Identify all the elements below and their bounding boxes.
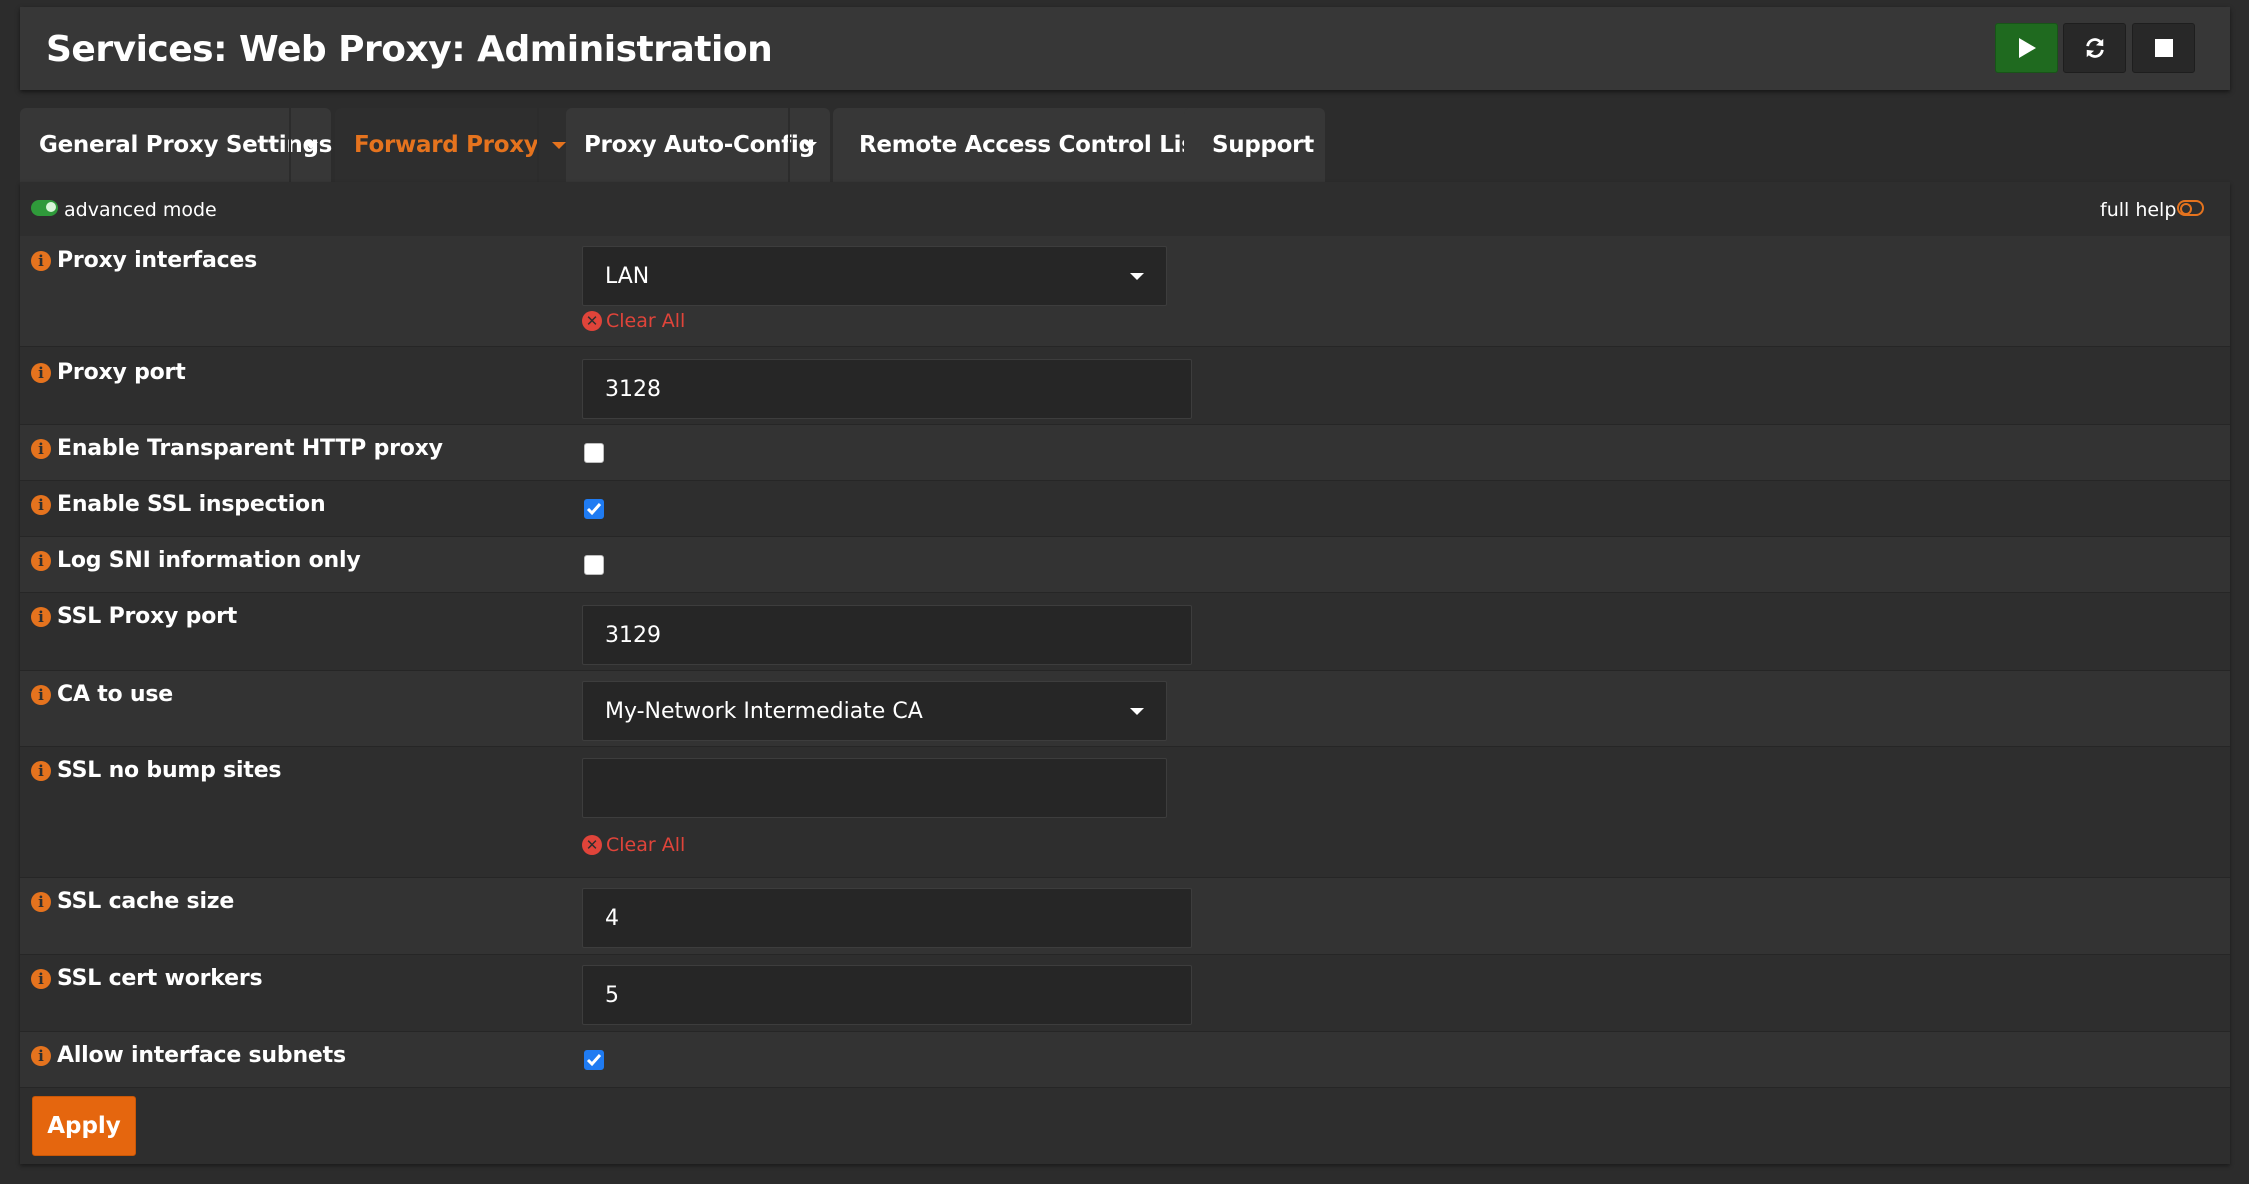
info-icon[interactable]: i <box>31 495 51 515</box>
tab-dropdown-toggle[interactable] <box>788 108 830 182</box>
input-value: 3129 <box>605 623 661 648</box>
input-value: 4 <box>605 906 619 931</box>
select-value: LAN <box>605 264 650 289</box>
row-transparent-http: i Enable Transparent HTTP proxy <box>20 425 2230 481</box>
info-icon[interactable]: i <box>31 439 51 459</box>
tab-forward-proxy[interactable]: Forward Proxy <box>335 108 579 182</box>
clear-all-no-bump-link[interactable]: ✕ Clear All <box>582 834 685 856</box>
row-ssl-proxy-port: i SSL Proxy port 3129 <box>20 593 2230 671</box>
ca-select[interactable]: My-Network Intermediate CA <box>582 681 1167 741</box>
full-help-label: full help <box>2100 199 2177 221</box>
field-label: SSL Proxy port <box>57 604 238 629</box>
field-label: Enable Transparent HTTP proxy <box>57 436 443 461</box>
proxy-interfaces-select[interactable]: LAN <box>582 246 1167 306</box>
tab-label: Forward Proxy <box>354 132 539 158</box>
row-ssl-cache-size: i SSL cache size 4 <box>20 878 2230 955</box>
ssl-proxy-port-input[interactable]: 3129 <box>582 605 1192 665</box>
checkmark-icon <box>586 503 602 516</box>
allow-interface-subnets-checkbox[interactable] <box>584 1050 604 1070</box>
row-ssl-inspection: i Enable SSL inspection <box>20 481 2230 537</box>
field-label: SSL no bump sites <box>57 758 282 783</box>
chevron-down-icon <box>304 141 318 149</box>
field-label: SSL cache size <box>57 889 235 914</box>
row-ca-to-use: i CA to use My-Network Intermediate CA <box>20 671 2230 747</box>
tab-support[interactable]: Support <box>1184 108 1325 182</box>
page-header: Services: Web Proxy: Administration <box>20 7 2230 90</box>
row-allow-interface-subnets: i Allow interface subnets <box>20 1032 2230 1088</box>
play-icon <box>2018 38 2036 58</box>
field-label: Proxy port <box>57 360 186 385</box>
tab-label: Proxy Auto-Config <box>584 132 815 158</box>
stop-icon <box>2154 39 2173 57</box>
tab-general-proxy-settings[interactable]: General Proxy Settings <box>20 108 332 182</box>
row-ssl-cert-workers: i SSL cert workers 5 <box>20 955 2230 1032</box>
info-icon[interactable]: i <box>31 551 51 571</box>
tab-label: Remote Access Control Lists <box>859 132 1219 158</box>
chevron-down-icon <box>1130 273 1144 280</box>
clear-all-label: Clear All <box>606 310 686 332</box>
mode-toolbar: advanced mode full help <box>20 182 2230 237</box>
tab-label: Support <box>1212 132 1314 158</box>
row-ssl-no-bump-sites: i SSL no bump sites ✕ Clear All <box>20 747 2230 878</box>
proxy-port-input[interactable]: 3128 <box>582 359 1192 419</box>
select-value: My-Network Intermediate CA <box>605 699 923 724</box>
ssl-cache-size-input[interactable]: 4 <box>582 888 1192 948</box>
close-circle-icon: ✕ <box>582 311 602 331</box>
info-icon[interactable]: i <box>31 607 51 627</box>
field-label: CA to use <box>57 682 173 707</box>
clear-all-interfaces-link[interactable]: ✕ Clear All <box>582 310 685 332</box>
chevron-down-icon <box>1130 708 1144 715</box>
info-icon[interactable]: i <box>31 363 51 383</box>
full-help-toggle[interactable] <box>2177 200 2204 216</box>
tab-remote-access-control-lists[interactable]: Remote Access Control Lists <box>833 108 1219 182</box>
tab-dropdown-toggle[interactable] <box>289 108 331 182</box>
ssl-cert-workers-input[interactable]: 5 <box>582 965 1192 1025</box>
refresh-icon <box>2085 38 2104 58</box>
transparent-http-checkbox[interactable] <box>584 443 604 463</box>
row-log-sni: i Log SNI information only <box>20 537 2230 593</box>
ssl-inspection-checkbox[interactable] <box>584 499 604 519</box>
page-title: Services: Web Proxy: Administration <box>46 29 773 70</box>
input-value: 5 <box>605 983 619 1008</box>
apply-button[interactable]: Apply <box>32 1096 136 1156</box>
chevron-down-icon <box>803 141 817 149</box>
field-label: SSL cert workers <box>57 966 263 991</box>
chevron-down-icon <box>552 141 566 149</box>
log-sni-checkbox[interactable] <box>584 555 604 575</box>
ssl-no-bump-sites-input[interactable] <box>582 758 1167 818</box>
tab-proxy-auto-config[interactable]: Proxy Auto-Config <box>566 108 830 182</box>
field-label: Proxy interfaces <box>57 248 258 273</box>
input-value: 3128 <box>605 377 661 402</box>
row-proxy-port: i Proxy port 3128 <box>20 347 2230 425</box>
field-label: Enable SSL inspection <box>57 492 326 517</box>
settings-panel: advanced mode full help i Proxy interfac… <box>20 182 2230 1164</box>
info-icon[interactable]: i <box>31 761 51 781</box>
field-label: Allow interface subnets <box>57 1043 346 1068</box>
clear-all-label: Clear All <box>606 834 686 856</box>
info-icon[interactable]: i <box>31 251 51 271</box>
close-circle-icon: ✕ <box>582 835 602 855</box>
info-icon[interactable]: i <box>31 969 51 989</box>
info-icon[interactable]: i <box>31 892 51 912</box>
advanced-mode-toggle[interactable] <box>31 200 58 216</box>
advanced-mode-label: advanced mode <box>64 199 217 221</box>
row-proxy-interfaces: i Proxy interfaces LAN ✕ Clear All <box>20 236 2230 347</box>
info-icon[interactable]: i <box>31 1046 51 1066</box>
start-service-button[interactable] <box>1995 23 2058 73</box>
checkmark-icon <box>586 1054 602 1067</box>
stop-service-button[interactable] <box>2132 23 2195 73</box>
info-icon[interactable]: i <box>31 685 51 705</box>
field-label: Log SNI information only <box>57 548 361 573</box>
restart-service-button[interactable] <box>2063 23 2126 73</box>
